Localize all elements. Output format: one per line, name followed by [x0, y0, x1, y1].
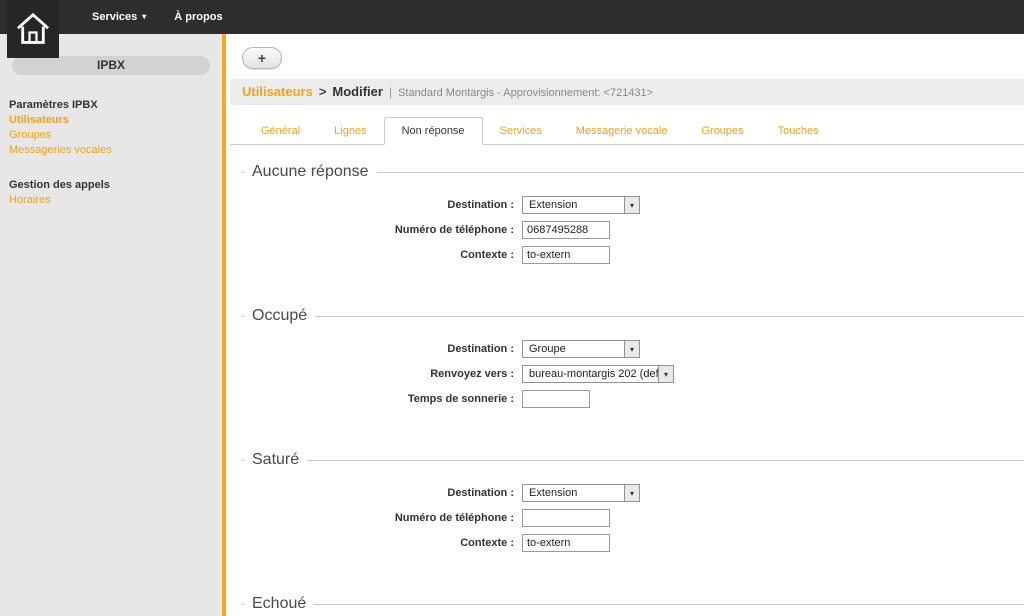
chevron-down-icon: ▾: [624, 485, 639, 501]
form-row: Renvoyez vers : bureau-montargis 202 (de…: [242, 365, 1024, 383]
field-label: Destination :: [242, 343, 514, 355]
menu-services-label: Services: [92, 11, 137, 23]
form-row: Destination : Extension ▾: [242, 484, 1024, 502]
tab-groupes[interactable]: Groupes: [684, 118, 760, 144]
section-legend: Aucune réponse: [244, 163, 377, 181]
tab-touches[interactable]: Touches: [761, 118, 836, 144]
main-content: + Utilisateurs > Modifier | Standard Mon…: [230, 34, 1024, 616]
home-logo[interactable]: [7, 0, 59, 58]
breadcrumb-subtitle: Standard Montargis - Approvisionnement: …: [398, 87, 653, 99]
form-row: Contexte :: [242, 534, 1024, 552]
breadcrumb-page: Modifier: [332, 84, 383, 99]
select-value: Extension: [523, 485, 624, 501]
add-button[interactable]: +: [242, 47, 282, 69]
chevron-down-icon: ▾: [624, 197, 639, 213]
sidebar-item-groupes[interactable]: Groupes: [9, 129, 214, 141]
sidebar-item-horaires[interactable]: Horaires: [9, 194, 214, 206]
congestion-phone-number-input[interactable]: [522, 509, 610, 527]
tab-messagerie-vocale[interactable]: Messagerie vocale: [559, 118, 685, 144]
sidebar-nav: Paramètres IPBX Utilisateurs Groupes Mes…: [0, 85, 222, 206]
section-aucune-reponse: Aucune réponse Destination : Extension ▾…: [242, 163, 1024, 287]
busy-forward-to-select[interactable]: bureau-montargis 202 (default) ▾: [522, 365, 674, 383]
field-label: Temps de sonnerie :: [242, 393, 514, 405]
section-legend: Saturé: [244, 451, 307, 469]
chevron-down-icon: ▾: [624, 341, 639, 357]
congestion-destination-select[interactable]: Extension ▾: [522, 484, 640, 502]
menu-about[interactable]: À propos: [160, 0, 236, 34]
breadcrumb-divider: |: [389, 85, 392, 99]
tab-services[interactable]: Services: [483, 118, 559, 144]
busy-ring-time-input[interactable]: [522, 390, 590, 408]
tab-non-reponse[interactable]: Non réponse: [384, 117, 483, 145]
form-row: Contexte :: [242, 246, 1024, 264]
tab-bar: Général Lignes Non réponse Services Mess…: [230, 105, 1024, 145]
select-value: Extension: [523, 197, 624, 213]
congestion-context-input[interactable]: [522, 534, 610, 552]
no-answer-phone-number-input[interactable]: [522, 221, 610, 239]
select-value: bureau-montargis 202 (default): [523, 366, 658, 382]
section-legend: Echoué: [244, 595, 314, 613]
nav-heading-parametres-ipbx: Paramètres IPBX: [9, 99, 214, 111]
menu-services[interactable]: Services ▾: [78, 0, 160, 34]
tab-general[interactable]: Général: [244, 118, 317, 144]
house-icon: [14, 9, 52, 49]
field-label: Numéro de téléphone :: [242, 224, 514, 236]
field-label: Destination :: [242, 199, 514, 211]
sidebar-item-messageries-vocales[interactable]: Messageries vocales: [9, 144, 214, 156]
form-row: Numéro de téléphone :: [242, 509, 1024, 527]
section-echoue: Echoué Destination : Extension ▾ Numéro …: [242, 595, 1024, 616]
breadcrumb-separator: >: [319, 84, 327, 99]
no-answer-context-input[interactable]: [522, 246, 610, 264]
topbar: Services ▾ À propos: [0, 0, 1024, 34]
caret-down-icon: ▾: [142, 12, 146, 21]
plus-icon: +: [258, 50, 266, 66]
form-row: Destination : Extension ▾: [242, 196, 1024, 214]
form-row: Numéro de téléphone :: [242, 221, 1024, 239]
busy-destination-select[interactable]: Groupe ▾: [522, 340, 640, 358]
chevron-down-icon: ▾: [658, 366, 673, 382]
sidebar-title: IPBX: [12, 56, 210, 75]
field-label: Contexte :: [242, 249, 514, 261]
select-value: Groupe: [523, 341, 624, 357]
section-sature: Saturé Destination : Extension ▾ Numéro …: [242, 451, 1024, 575]
tab-lignes[interactable]: Lignes: [317, 118, 383, 144]
form-row: Temps de sonnerie :: [242, 390, 1024, 408]
section-occupe: Occupé Destination : Groupe ▾ Renvoyez v…: [242, 307, 1024, 431]
form-area: Aucune réponse Destination : Extension ▾…: [230, 145, 1024, 616]
section-legend: Occupé: [244, 307, 315, 325]
menu-about-label: À propos: [174, 11, 222, 23]
nav-heading-gestion-des-appels: Gestion des appels: [9, 179, 214, 191]
sidebar: IPBX Paramètres IPBX Utilisateurs Groupe…: [0, 34, 226, 616]
breadcrumb: Utilisateurs > Modifier | Standard Monta…: [230, 79, 1024, 105]
field-label: Renvoyez vers :: [242, 368, 514, 380]
breadcrumb-section[interactable]: Utilisateurs: [242, 84, 313, 99]
field-label: Destination :: [242, 487, 514, 499]
sidebar-item-utilisateurs[interactable]: Utilisateurs: [9, 114, 214, 126]
form-row: Destination : Groupe ▾: [242, 340, 1024, 358]
field-label: Numéro de téléphone :: [242, 512, 514, 524]
no-answer-destination-select[interactable]: Extension ▾: [522, 196, 640, 214]
field-label: Contexte :: [242, 537, 514, 549]
